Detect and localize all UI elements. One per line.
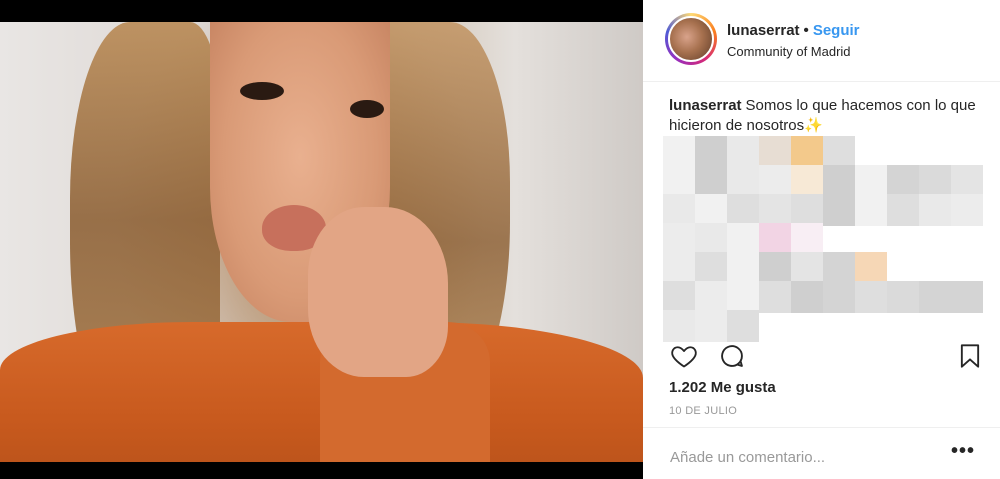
pixelated-block (887, 194, 919, 226)
like-count[interactable]: 1.202 Me gusta (669, 379, 776, 396)
pixelated-block (727, 281, 759, 313)
post-header: lunaserrat • Seguir Community of Madrid (643, 0, 1000, 82)
pixelated-block (887, 165, 919, 197)
comment-input[interactable] (670, 447, 940, 467)
pixelated-block (759, 136, 791, 168)
avatar-story-ring[interactable] (665, 13, 717, 65)
pixelated-block (759, 165, 791, 197)
pixelated-block (759, 223, 791, 255)
pixelated-block (855, 194, 887, 226)
pixelated-block (727, 223, 759, 255)
pixelated-block (823, 252, 855, 284)
heart-icon[interactable] (670, 342, 698, 370)
pixelated-block (695, 165, 727, 197)
pixelated-block (663, 281, 695, 313)
pixelated-block (919, 194, 951, 226)
photo-eye-right (350, 100, 384, 118)
post-side-panel: lunaserrat • Seguir Community of Madrid lu… (643, 0, 1000, 479)
pixelated-block (951, 194, 983, 226)
pixelated-block (823, 194, 855, 226)
pixelated-block (919, 281, 951, 313)
pixelated-block (951, 165, 983, 197)
pixelated-block (759, 194, 791, 226)
pixelated-block (855, 165, 887, 197)
pixelated-block (791, 281, 823, 313)
pixelated-block (663, 194, 695, 226)
pixelated-block (791, 194, 823, 226)
pixelated-block (759, 281, 791, 313)
location-link[interactable]: Community of Madrid (727, 44, 851, 59)
pixelated-block (855, 252, 887, 284)
pixelated-block (887, 281, 919, 313)
pixelated-block (663, 223, 695, 255)
post-date: 10 DE JULIO (669, 405, 738, 417)
pixelated-block (791, 165, 823, 197)
pixelated-block (951, 281, 983, 313)
pixelated-block (791, 252, 823, 284)
photo-hand (308, 207, 448, 377)
pixelated-comments (663, 136, 987, 342)
pixelated-block (695, 223, 727, 255)
photo-eye-left (240, 82, 284, 100)
pixelated-block (791, 223, 823, 255)
pixelated-block (727, 165, 759, 197)
pixelated-block (759, 252, 791, 284)
pixelated-block (663, 136, 695, 168)
pixelated-block (823, 281, 855, 313)
post-caption: lunaserrat Somos lo que hacemos con lo qu… (669, 96, 985, 136)
pixelated-block (727, 252, 759, 284)
sparkles-icon: ✨ (804, 117, 823, 134)
pixelated-block (823, 136, 855, 168)
pixelated-block (695, 281, 727, 313)
pixelated-block (855, 281, 887, 313)
bookmark-icon[interactable] (956, 342, 984, 370)
pixelated-block (791, 136, 823, 168)
pixelated-block (727, 136, 759, 168)
action-bar (643, 338, 1000, 374)
header-user-line: lunaserrat • Seguir (727, 22, 860, 39)
comment-bar: ••• (643, 427, 1000, 479)
post-image-panel (0, 0, 643, 479)
more-options-icon[interactable]: ••• (951, 441, 977, 464)
pixelated-block (919, 165, 951, 197)
separator-dot: • (803, 22, 809, 39)
pixelated-block (727, 194, 759, 226)
pixelated-block (823, 165, 855, 197)
follow-button[interactable]: Seguir (813, 22, 860, 39)
avatar (668, 16, 714, 62)
pixelated-block (663, 252, 695, 284)
pixelated-block (663, 165, 695, 197)
post-photo[interactable] (0, 22, 643, 462)
header-username[interactable]: lunaserrat (727, 22, 800, 39)
pixelated-block (695, 194, 727, 226)
pixelated-block (695, 252, 727, 284)
pixelated-block (695, 136, 727, 168)
comment-icon[interactable] (718, 342, 746, 370)
caption-username[interactable]: lunaserrat (669, 97, 742, 114)
